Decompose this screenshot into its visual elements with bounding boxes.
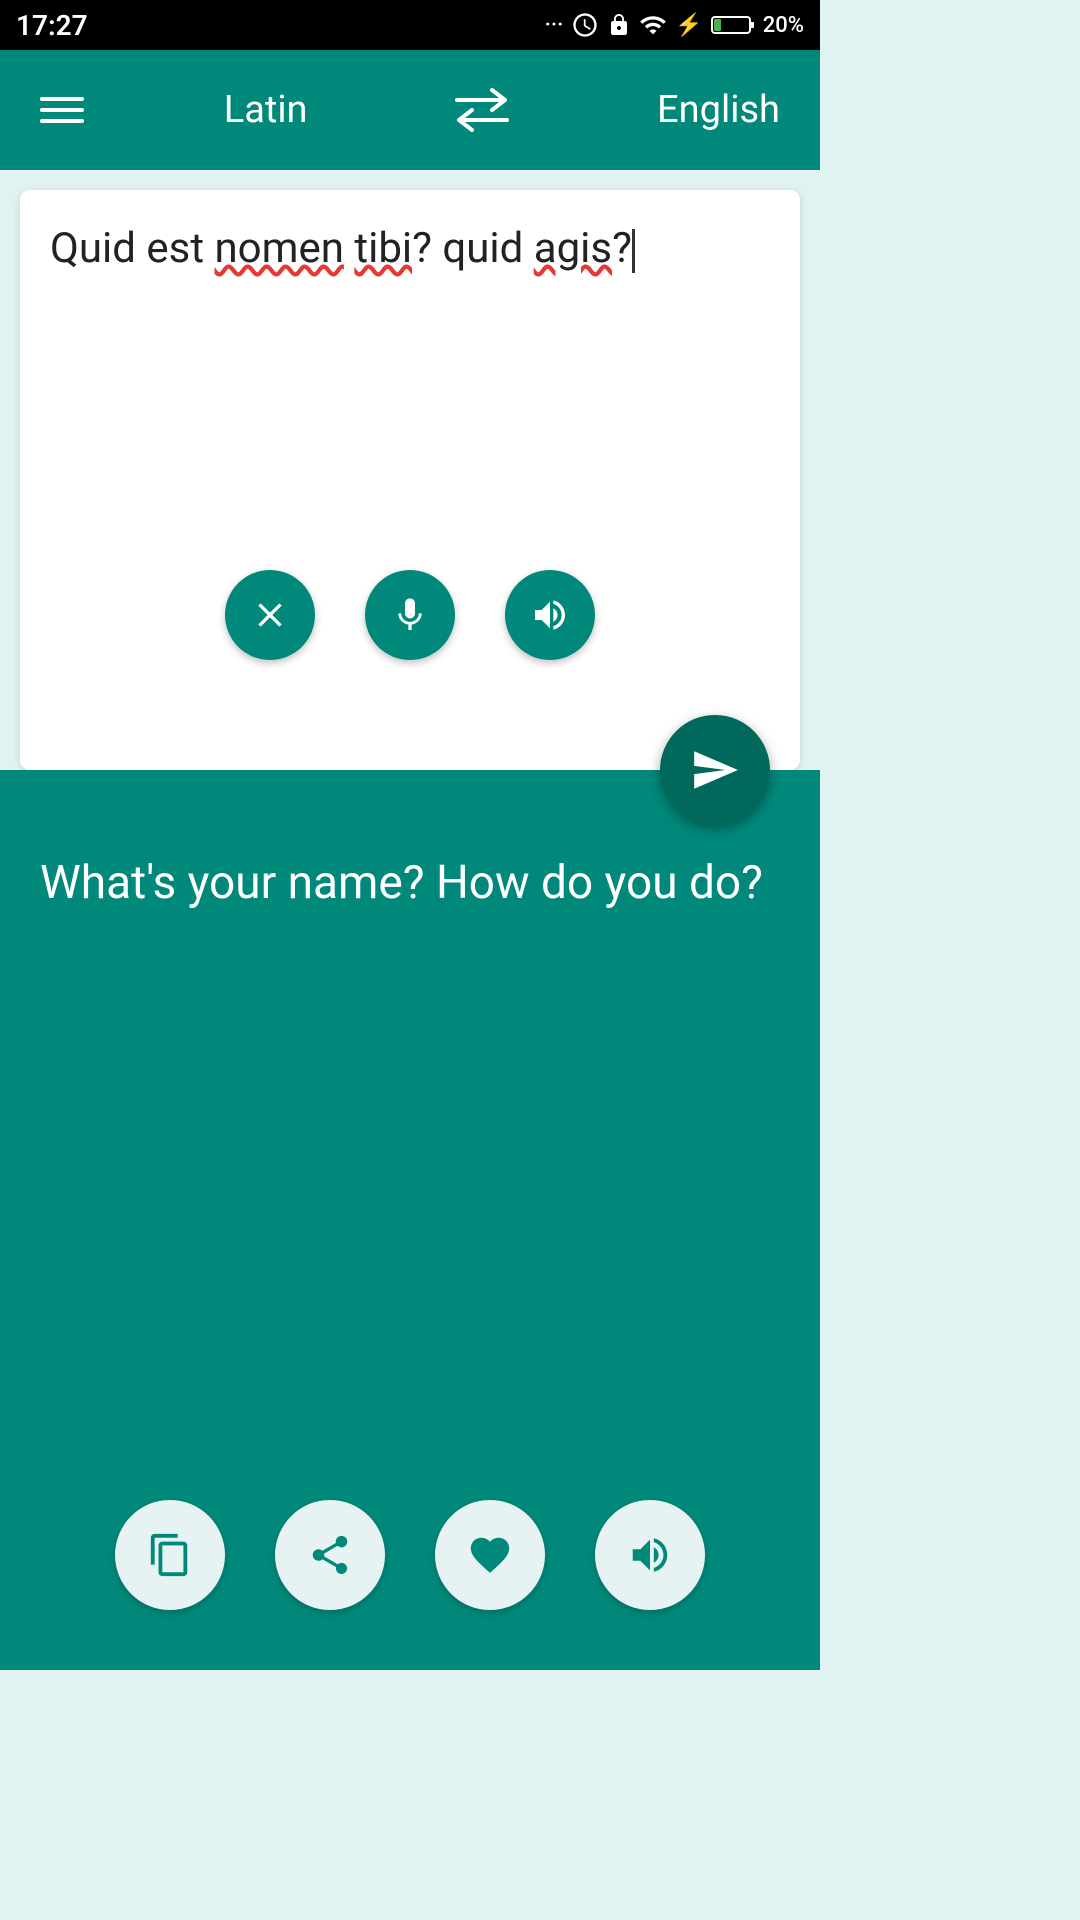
clear-button[interactable] [225, 570, 315, 660]
status-icons: ··· ⚡ 20% [545, 11, 804, 39]
more-icon: ··· [545, 13, 564, 38]
speak-input-button[interactable] [505, 570, 595, 660]
source-language-selector[interactable]: Latin [224, 88, 308, 132]
input-section: Quid est nomen tibi? quid agis? [20, 190, 800, 770]
battery-percent: 20% [763, 13, 804, 38]
share-button[interactable] [275, 1500, 385, 1610]
charging-icon: ⚡ [675, 13, 702, 38]
input-actions [50, 570, 770, 670]
status-time: 17:27 [16, 9, 88, 42]
status-bar: 17:27 ··· ⚡ 20% [0, 0, 820, 50]
menu-button[interactable] [40, 97, 84, 123]
output-text-display: What's your name? How do you do? [40, 850, 780, 917]
target-language-selector[interactable]: English [657, 88, 780, 132]
text-cursor [632, 229, 635, 273]
spell-error-agis: agis [534, 224, 612, 273]
output-section: What's your name? How do you do? [0, 770, 820, 1670]
swap-languages-button[interactable] [447, 80, 517, 140]
spell-error-nomen: nomen [214, 224, 343, 273]
top-navigation: Latin English [0, 50, 820, 170]
speak-output-button[interactable] [595, 1500, 705, 1610]
lock-icon [607, 11, 631, 39]
copy-button[interactable] [115, 1500, 225, 1610]
output-actions [0, 1500, 820, 1610]
signal-icon [639, 11, 667, 39]
translate-button[interactable] [660, 715, 770, 825]
microphone-button[interactable] [365, 570, 455, 660]
battery-indicator [711, 13, 755, 37]
input-text-display[interactable]: Quid est nomen tibi? quid agis? [50, 220, 770, 540]
alarm-icon [571, 11, 599, 39]
favorite-button[interactable] [435, 1500, 545, 1610]
spell-error-tibi: tibi [354, 224, 412, 273]
